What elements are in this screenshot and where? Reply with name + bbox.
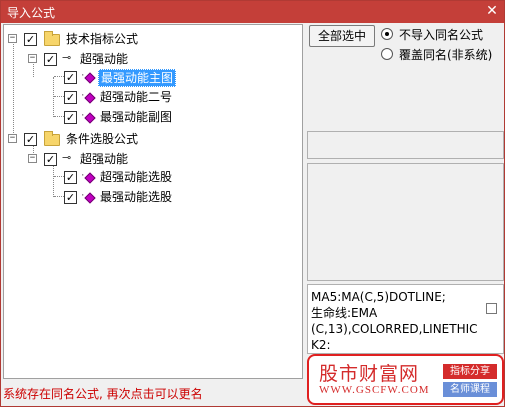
watermark-tag-share: 指标分享: [443, 364, 497, 379]
checkbox-group1[interactable]: ✓: [44, 53, 57, 66]
formula-icon: [84, 192, 96, 204]
tree-item-2-2[interactable]: ✓ · 最强动能选股: [64, 189, 264, 207]
formula-icon: [84, 72, 96, 84]
radio-button[interactable]: [381, 28, 393, 40]
watermark-logo: 股市财富网 WWW.GSCFW.COM 指标分享 名师课程: [307, 354, 504, 405]
tree-label-item-1-2: 超强动能二号: [100, 90, 173, 104]
code-panel-checkbox[interactable]: [486, 303, 497, 314]
close-icon[interactable]: ✕: [484, 3, 500, 19]
radio-overwrite-label: 覆盖同名(非系统): [399, 48, 493, 62]
description-panel: [307, 163, 504, 281]
tree-label-root2: 条件选股公式: [66, 132, 139, 146]
collapse-icon[interactable]: −: [28, 154, 37, 163]
checkbox-item-2-1[interactable]: ✓: [64, 171, 77, 184]
formula-icon: [84, 92, 96, 104]
formula-icon: [84, 112, 96, 124]
tree-item-2-1[interactable]: ✓ · 超强动能选股: [64, 169, 264, 187]
title-bar: 导入公式 ✕: [1, 1, 504, 23]
collapse-icon[interactable]: −: [8, 134, 17, 143]
watermark-url: WWW.GSCFW.COM: [319, 384, 430, 396]
checkbox-item-2-2[interactable]: ✓: [64, 191, 77, 204]
watermark-tag-course: 名师课程: [443, 382, 497, 397]
folder-icon: [44, 131, 60, 146]
formula-code-text: MA5:MA(C,5)DOTLINE; 生命线:EMA (C,13),COLOR…: [311, 290, 478, 352]
window-title: 导入公式: [7, 6, 56, 20]
tree-node-root1[interactable]: − ✓ 技术指标公式: [8, 31, 208, 49]
tree-node-root2[interactable]: − ✓ 条件选股公式: [8, 131, 208, 149]
tree-item-1-1[interactable]: ✓ · 最强动能主图: [64, 69, 264, 87]
key-icon: ⊸: [62, 151, 72, 164]
tree-label-group1: 超强动能: [80, 52, 129, 66]
tree-label-item-2-2: 最强动能选股: [100, 190, 173, 204]
info-field: [307, 131, 504, 159]
radio-skip-duplicates[interactable]: 不导入同名公式: [381, 25, 501, 43]
tree-node-group2[interactable]: − ✓ ⊸ 超强动能: [28, 151, 228, 169]
checkbox-item-1-3[interactable]: ✓: [64, 111, 77, 124]
formula-icon: [84, 172, 96, 184]
collapse-icon[interactable]: −: [8, 34, 17, 43]
key-icon: ⊸: [62, 51, 72, 64]
radio-button[interactable]: [381, 48, 393, 60]
tree-item-1-2[interactable]: ✓ · 超强动能二号: [64, 89, 264, 107]
tree-label-root1: 技术指标公式: [66, 32, 139, 46]
tree-label-group2: 超强动能: [80, 152, 129, 166]
collapse-icon[interactable]: −: [28, 54, 37, 63]
checkbox-item-1-2[interactable]: ✓: [64, 91, 77, 104]
tree-label-item-1-1: 最强动能主图: [98, 69, 177, 87]
tree-node-group1[interactable]: − ✓ ⊸ 超强动能: [28, 51, 228, 69]
import-formula-dialog: 导入公式 ✕ − ✓ 技术指标公式 − ✓ ⊸ 超强动能 ✓ · 最强动能主图 …: [0, 0, 505, 407]
status-message: 系统存在同名公式, 再次点击可以更名: [3, 387, 203, 401]
folder-icon: [44, 31, 60, 46]
checkbox-root2[interactable]: ✓: [24, 133, 37, 146]
select-all-button[interactable]: 全部选中: [309, 25, 375, 47]
checkbox-group2[interactable]: ✓: [44, 153, 57, 166]
radio-overwrite[interactable]: 覆盖同名(非系统): [381, 45, 501, 63]
tree-label-item-1-3: 最强动能副图: [100, 110, 173, 124]
tree-item-1-3[interactable]: ✓ · 最强动能副图: [64, 109, 264, 127]
formula-tree[interactable]: − ✓ 技术指标公式 − ✓ ⊸ 超强动能 ✓ · 最强动能主图 ✓ · 超强动…: [3, 24, 303, 379]
tree-label-item-2-1: 超强动能选股: [100, 170, 173, 184]
checkbox-root1[interactable]: ✓: [24, 33, 37, 46]
watermark-title: 股市财富网: [319, 363, 420, 385]
radio-skip-label: 不导入同名公式: [399, 28, 484, 42]
checkbox-item-1-1[interactable]: ✓: [64, 71, 77, 84]
